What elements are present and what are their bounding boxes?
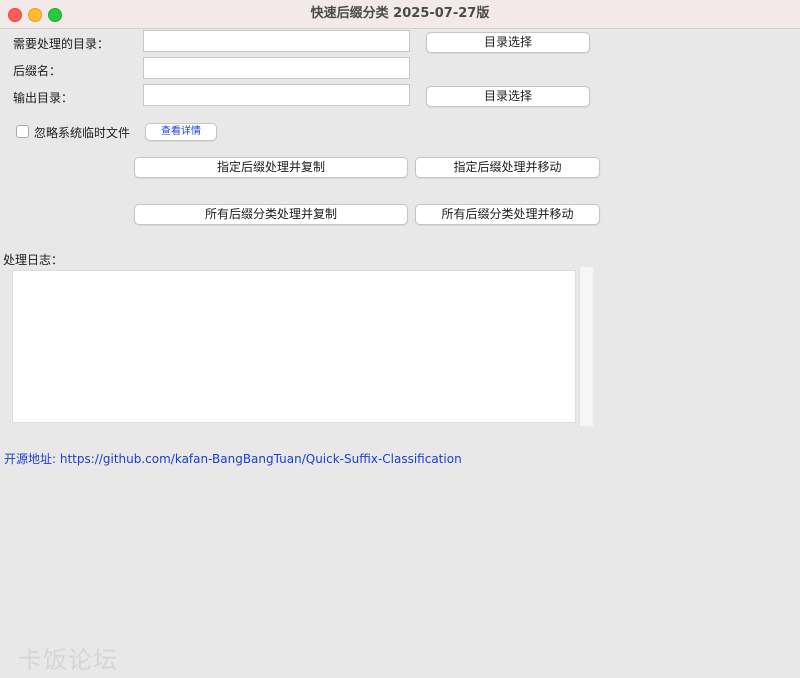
app-window: 快速后缀分类 2025-07-27版 需要处理的目录： 目录选择 后缀名： 输出… xyxy=(0,0,800,678)
source-dir-label: 需要处理的目录： xyxy=(13,37,110,51)
move-specified-button[interactable]: 指定后缀处理并移动 xyxy=(415,157,600,178)
ignore-temp-checkbox[interactable] xyxy=(16,125,29,138)
log-label: 处理日志： xyxy=(3,253,64,267)
watermark: 卡饭论坛 xyxy=(18,646,118,674)
suffix-input[interactable] xyxy=(143,57,410,79)
log-scrollbar[interactable] xyxy=(579,267,593,426)
copy-all-button[interactable]: 所有后缀分类处理并复制 xyxy=(134,204,408,225)
output-dir-label: 输出目录： xyxy=(13,91,74,105)
output-dir-input[interactable] xyxy=(143,84,410,106)
window-title: 快速后缀分类 2025-07-27版 xyxy=(310,6,490,21)
source-dir-select-button[interactable]: 目录选择 xyxy=(426,32,590,53)
source-link[interactable]: 开源地址: https://github.com/kafan-BangBangT… xyxy=(4,450,462,467)
details-button[interactable]: 查看详情 xyxy=(145,123,217,141)
move-all-button[interactable]: 所有后缀分类处理并移动 xyxy=(415,204,600,225)
source-dir-input[interactable] xyxy=(143,30,410,52)
output-dir-select-button[interactable]: 目录选择 xyxy=(426,86,590,107)
suffix-label: 后缀名： xyxy=(13,64,62,78)
log-textarea[interactable] xyxy=(12,270,576,423)
ignore-temp-label: 忽略系统临时文件 xyxy=(34,126,131,140)
title-bar: 快速后缀分类 2025-07-27版 xyxy=(0,0,800,29)
copy-specified-button[interactable]: 指定后缀处理并复制 xyxy=(134,157,408,178)
